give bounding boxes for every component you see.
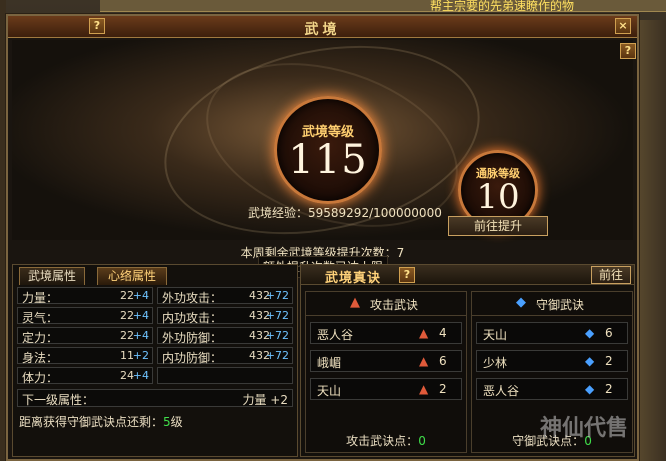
attribute-cell: 外功攻击： 432 +72 xyxy=(157,287,293,305)
attribute-grid: 力量： 22 +4 外功攻击： 432 +72 灵气： 22 +4 内功攻击： xyxy=(17,287,293,387)
remaining-levels-suffix: 级 xyxy=(170,415,183,429)
defense-sect-row[interactable]: 恶人谷 ◆ 2 xyxy=(476,378,628,400)
sect-name: 天山 xyxy=(483,328,508,342)
attribute-row: 力量： 22 +4 外功攻击： 432 +72 xyxy=(17,287,293,305)
attribute-bonus: +4 xyxy=(132,309,149,322)
attack-points-label: 攻击武诀点： xyxy=(346,434,419,448)
next-level-value: 力量 +2 xyxy=(242,393,288,407)
attribute-cell: 力量： 22 +4 xyxy=(17,287,153,305)
attribute-name: 灵气： xyxy=(22,311,59,325)
attack-formula-header: ▲ 攻击武诀 xyxy=(306,292,466,316)
goto-button[interactable]: 前往 xyxy=(591,266,631,284)
remaining-levels-value: 5 xyxy=(163,415,171,429)
attack-formula-title: 攻击武诀 xyxy=(370,298,419,312)
attribute-name: 内功攻击： xyxy=(162,311,223,325)
wujing-level-orb: 武境等级 115 xyxy=(274,96,382,204)
attribute-cell: 内功攻击： 432 +72 xyxy=(157,307,293,325)
formula-title: 武境真诀 xyxy=(325,271,382,286)
attack-points-value: 0 xyxy=(418,434,426,448)
attribute-name: 定力： xyxy=(22,331,59,345)
sect-points: 6 xyxy=(439,354,447,368)
attribute-bonus: +2 xyxy=(132,349,149,362)
top-banner-text: 帮主宗要的先弟速瞭作的物 xyxy=(430,0,575,13)
tab-meridian-attributes[interactable]: 心络属性 xyxy=(97,267,167,285)
title-bar: ? 武境 × xyxy=(8,16,637,38)
attribute-row: 身法： 11 +2 内功防御： 432 +72 xyxy=(17,347,293,365)
next-level-label: 下一级属性： xyxy=(22,393,95,407)
remaining-levels: 距离获得守御武诀点还剩：5级 xyxy=(19,413,183,430)
attribute-cell: 外功防御： 432 +72 xyxy=(157,327,293,345)
sect-name: 恶人谷 xyxy=(317,328,354,342)
sect-points: 2 xyxy=(439,382,447,396)
defense-formula-title: 守御武诀 xyxy=(536,298,585,312)
attribute-panel: 武境属性 心络属性 力量： 22 +4 外功攻击： 432 +72 灵气： 22 xyxy=(12,264,298,457)
attribute-bonus: +72 xyxy=(265,289,289,302)
attribute-cell: 定力： 22 +4 xyxy=(17,327,153,345)
attribute-cell: 灵气： 22 +4 xyxy=(17,307,153,325)
sect-points: 2 xyxy=(605,354,613,368)
attribute-name: 体力： xyxy=(22,371,59,385)
attribute-row: 定力： 22 +4 外功防御： 432 +72 xyxy=(17,327,293,345)
attribute-bonus: +72 xyxy=(265,309,289,322)
defense-sect-row[interactable]: 少林 ◆ 2 xyxy=(476,350,628,372)
upgrade-button[interactable]: 前往提升 xyxy=(448,216,548,236)
attribute-bonus: +4 xyxy=(132,369,149,382)
attack-sect-row[interactable]: 恶人谷 ▲ 4 xyxy=(310,322,462,344)
close-button[interactable]: × xyxy=(615,18,631,34)
attribute-cell-empty xyxy=(157,367,293,384)
meridian-level-value: 10 xyxy=(476,177,520,217)
attribute-name: 内功防御： xyxy=(162,351,223,365)
wujing-window: ? 武境 × 武境等级 115 通脉等级 10 武境经验：59589292/10… xyxy=(6,14,639,461)
attribute-name: 身法： xyxy=(22,351,59,365)
sect-name: 恶人谷 xyxy=(483,384,520,398)
remaining-levels-label: 距离获得守御武诀点还剩： xyxy=(19,415,164,429)
shield-icon: ◆ xyxy=(516,295,526,310)
attribute-name: 外功攻击： xyxy=(162,291,223,305)
formula-header: 武境真诀 ? 前往 xyxy=(301,265,634,286)
attack-sect-row[interactable]: 峨嵋 ▲ 6 xyxy=(310,350,462,372)
next-level-attribute: 下一级属性： 力量 +2 xyxy=(17,389,293,407)
attribute-bonus: +72 xyxy=(265,349,289,362)
attack-emblem-icon: ▲ xyxy=(350,295,360,310)
shield-icon: ◆ xyxy=(585,326,595,340)
attack-formula-column: ▲ 攻击武诀 恶人谷 ▲ 4 峨嵋 ▲ 6 天山 ▲ 2 攻击武诀点：0 xyxy=(305,291,467,453)
attribute-bonus: +72 xyxy=(265,329,289,342)
attack-points: 攻击武诀点：0 xyxy=(306,432,466,449)
attribute-cell: 内功防御： 432 +72 xyxy=(157,347,293,365)
sect-name: 天山 xyxy=(317,384,342,398)
attack-sect-row[interactable]: 天山 ▲ 2 xyxy=(310,378,462,400)
attribute-row: 灵气： 22 +4 内功攻击： 432 +72 xyxy=(17,307,293,325)
attack-emblem-icon: ▲ xyxy=(419,354,429,368)
attack-emblem-icon: ▲ xyxy=(419,326,429,340)
attribute-bonus: +4 xyxy=(132,289,149,302)
attribute-row: 体力： 24 +4 xyxy=(17,367,293,385)
help-button-secondary[interactable]: ? xyxy=(620,43,636,59)
attribute-cell: 身法： 11 +2 xyxy=(17,347,153,365)
attribute-cell: 体力： 24 +4 xyxy=(17,367,153,385)
shield-icon: ◆ xyxy=(585,382,595,396)
shield-icon: ◆ xyxy=(585,354,595,368)
right-scenery xyxy=(636,20,666,461)
attribute-bonus: +4 xyxy=(132,329,149,342)
sect-points: 4 xyxy=(439,326,447,340)
attribute-name: 外功防御： xyxy=(162,331,223,345)
wujing-exp: 武境经验：59589292/100000000 xyxy=(248,206,442,220)
sect-points: 2 xyxy=(605,382,613,396)
defense-formula-header: ◆ 守御武诀 xyxy=(472,292,632,316)
formula-help-button[interactable]: ? xyxy=(399,267,415,283)
top-banner: 帮主宗要的先弟速瞭作的物 xyxy=(100,0,666,13)
sect-points: 6 xyxy=(605,326,613,340)
tab-wujing-attributes[interactable]: 武境属性 xyxy=(19,267,85,285)
attribute-name: 力量： xyxy=(22,291,59,305)
wujing-level-value: 115 xyxy=(288,137,368,183)
hero-panel: 武境等级 115 通脉等级 10 武境经验：59589292/100000000… xyxy=(12,18,633,262)
window-title: 武境 xyxy=(304,22,341,38)
sect-name: 少林 xyxy=(483,356,508,370)
watermark-logo: 神仙代售 xyxy=(540,415,629,441)
sect-name: 峨嵋 xyxy=(317,356,342,370)
defense-sect-row[interactable]: 天山 ◆ 6 xyxy=(476,322,628,344)
attack-emblem-icon: ▲ xyxy=(419,382,429,396)
